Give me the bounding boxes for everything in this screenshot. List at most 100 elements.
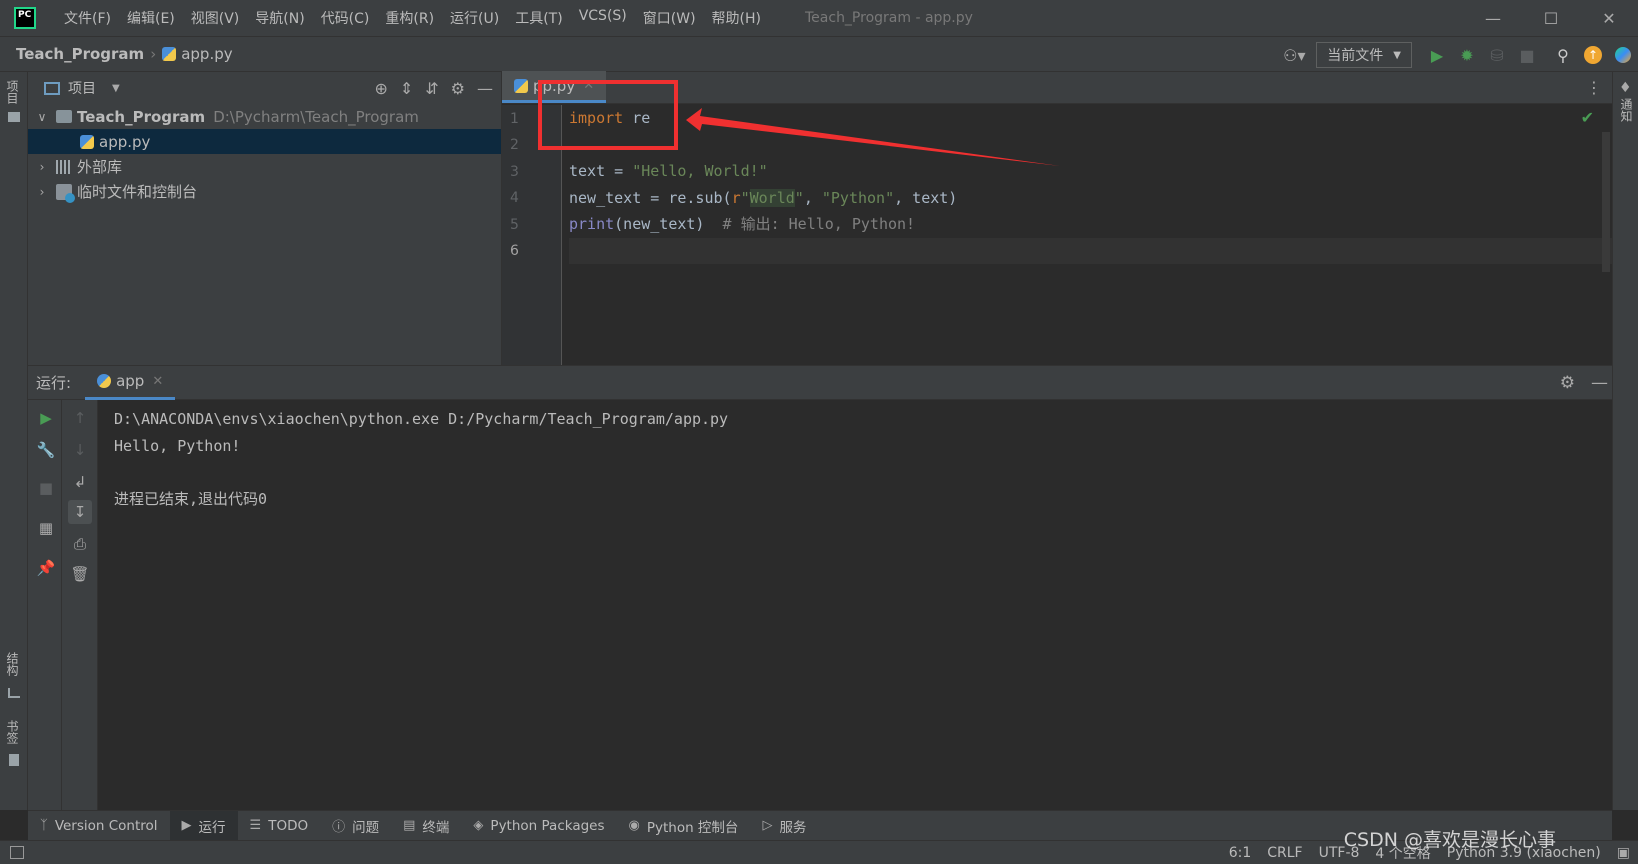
expand-all-icon[interactable]: ⇕ — [400, 79, 413, 98]
coverage-icon[interactable]: ⛁ — [1482, 40, 1512, 70]
tab-python-console[interactable]: ◉ Python 控制台 — [617, 811, 751, 841]
code-line: print(new_text) # 输出: Hello, Python! — [569, 211, 1612, 238]
list-icon: ☰ — [249, 818, 262, 833]
tab-services[interactable]: ▷ 服务 — [750, 811, 818, 841]
scroll-to-end-icon[interactable]: ↧ — [68, 500, 92, 524]
wrench-icon[interactable]: 🔧 — [34, 438, 58, 462]
chevron-right-icon: › — [150, 45, 157, 63]
python-file-icon — [80, 134, 94, 149]
tab-run[interactable]: ▶ 运行 — [169, 810, 238, 841]
tree-item-label: 临时文件和控制台 — [77, 183, 198, 201]
editor-scrollbar[interactable] — [1602, 132, 1610, 272]
right-tool-stripe: ♦ 通知 — [1612, 72, 1638, 810]
annotation-highlight-box — [538, 80, 678, 150]
menu-vcs[interactable]: VCS(S) — [571, 8, 635, 28]
string-literal: "Python" — [821, 188, 895, 207]
breadcrumb-project[interactable]: Teach_Program — [16, 45, 144, 63]
structure-tool-tab[interactable]: 结构 — [4, 652, 21, 676]
stop-icon[interactable]: ■ — [1512, 40, 1542, 70]
tab-terminal[interactable]: ▤ 终端 — [391, 811, 461, 841]
chevron-right-icon[interactable]: › — [34, 185, 50, 199]
python-file-icon — [514, 78, 528, 93]
tree-item-scratches[interactable]: › 临时文件和控制台 — [28, 179, 501, 204]
menu-navigate[interactable]: 导航(N) — [247, 8, 312, 28]
more-options-icon[interactable]: ⋮ — [1586, 78, 1602, 97]
close-icon[interactable]: ✕ — [1580, 0, 1638, 36]
line-number: 5 — [510, 217, 519, 233]
hide-icon[interactable]: — — [477, 79, 493, 98]
user-icon[interactable]: ⚇▾ — [1272, 40, 1316, 70]
layout-icon[interactable]: ▦ — [34, 516, 58, 540]
menu-edit[interactable]: 编辑(E) — [119, 8, 183, 28]
chevron-right-icon[interactable]: › — [34, 160, 50, 174]
gear-icon[interactable]: ⚙ — [1560, 373, 1575, 393]
tab-problems[interactable]: ⓘ 问题 — [320, 811, 391, 841]
menu-run[interactable]: 运行(U) — [442, 8, 507, 28]
lock-icon[interactable]: ▣ — [1617, 845, 1630, 861]
search-icon[interactable]: ⚲ — [1548, 40, 1578, 70]
menu-view[interactable]: 视图(V) — [183, 8, 248, 28]
builtin: print — [569, 215, 615, 233]
inspection-ok-icon[interactable]: ✔ — [1581, 108, 1594, 127]
menu-refactor[interactable]: 重构(R) — [377, 8, 442, 28]
tool-windows-icon[interactable] — [10, 846, 24, 859]
arrow-down-icon[interactable]: ↓ — [68, 438, 92, 462]
bell-icon[interactable]: ♦ — [1619, 80, 1632, 96]
minimize-icon[interactable]: — — [1464, 0, 1522, 36]
run-toolbar-secondary: ↑ ↓ ↲ ↧ ⎙ 🗑 — [62, 400, 98, 811]
project-panel-tools: ⊕ ⇕ ⇵ ⚙ — — [374, 72, 493, 104]
code-line: import re — [569, 105, 1612, 132]
menu-window[interactable]: 窗口(W) — [635, 8, 704, 28]
status-line-separator[interactable]: CRLF — [1267, 845, 1302, 861]
bookmarks-tool-tab[interactable]: 书签 — [4, 720, 21, 744]
tree-item-app-py[interactable]: app.py — [28, 129, 501, 154]
locate-icon[interactable]: ⊕ — [374, 79, 387, 98]
tab-version-control[interactable]: ᛉ Version Control — [28, 811, 170, 841]
breadcrumb-file[interactable]: app.py — [181, 45, 232, 63]
line-number: 6 — [510, 243, 519, 259]
gear-icon[interactable]: ⚙ — [451, 79, 465, 98]
status-caret-position[interactable]: 6:1 — [1229, 845, 1252, 861]
menu-tools[interactable]: 工具(T) — [507, 8, 570, 28]
breadcrumb: Teach_Program › app.py — [16, 45, 233, 63]
code-area[interactable]: import re text = "Hello, World!" new_tex… — [569, 105, 1612, 365]
tab-python-packages[interactable]: ◈ Python Packages — [461, 811, 616, 841]
branch-icon: ᛉ — [40, 818, 48, 833]
trash-icon[interactable]: 🗑 — [68, 562, 92, 586]
project-panel-title[interactable]: 项目 — [68, 78, 96, 98]
folder-icon — [56, 110, 72, 123]
pin-icon[interactable]: 📌 — [34, 556, 58, 580]
console-output[interactable]: D:\ANACONDA\envs\xiaochen\python.exe D:/… — [114, 406, 728, 512]
run-tab-app[interactable]: app ✕ — [85, 366, 176, 400]
close-icon[interactable]: ✕ — [152, 374, 163, 389]
print-icon[interactable]: ⎙ — [68, 532, 92, 556]
stop-icon[interactable]: ■ — [34, 476, 58, 500]
python-console-icon: ◉ — [628, 818, 640, 833]
code-text: text = — [569, 162, 633, 180]
run-icon[interactable]: ▶ — [1422, 40, 1452, 70]
run-config-select[interactable]: 当前文件 ▼ — [1316, 42, 1412, 68]
soft-wrap-icon[interactable]: ↲ — [68, 470, 92, 494]
menu-code[interactable]: 代码(C) — [313, 8, 378, 28]
project-tool-tab[interactable]: 项目 — [4, 80, 21, 104]
hide-icon[interactable]: — — [1591, 373, 1608, 393]
arrow-up-icon[interactable]: ↑ — [68, 406, 92, 430]
code-text: new_text = re.sub( — [569, 188, 732, 207]
menu-file[interactable]: 文件(F) — [56, 8, 119, 28]
menu-help[interactable]: 帮助(H) — [704, 8, 769, 28]
bookmark-icon — [9, 754, 19, 766]
line-number: 4 — [510, 190, 519, 206]
chevron-down-icon[interactable]: ▼ — [112, 83, 120, 94]
update-icon[interactable]: ↑ — [1578, 40, 1608, 70]
maximize-icon[interactable]: ☐ — [1522, 0, 1580, 36]
tab-todo[interactable]: ☰ TODO — [238, 811, 321, 841]
debug-icon[interactable]: ✹ — [1452, 40, 1482, 70]
chevron-down-icon[interactable]: ∨ — [34, 110, 50, 124]
tree-item-external-libraries[interactable]: › 外部库 — [28, 154, 501, 179]
tree-item-project-root[interactable]: ∨ Teach_Program D:\Pycharm\Teach_Program — [28, 104, 501, 129]
plugin-icon[interactable] — [1608, 40, 1638, 70]
collapse-all-icon[interactable]: ⇵ — [425, 79, 438, 98]
notifications-tool-tab[interactable]: 通知 — [1618, 98, 1635, 122]
rerun-icon[interactable]: ▶ — [34, 406, 58, 430]
